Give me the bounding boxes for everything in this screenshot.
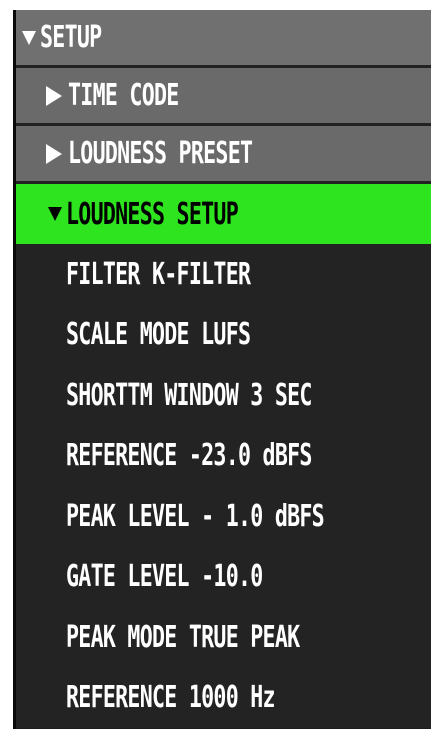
setting-label: REFERENCE -23.0 dBFS bbox=[66, 438, 312, 474]
setting-gate-level[interactable]: GATE LEVEL -10.0 bbox=[16, 546, 431, 607]
setting-shortterm-window[interactable]: SHORTTM WINDOW 3 SEC bbox=[16, 365, 431, 426]
triangle-right-icon bbox=[46, 85, 62, 106]
loudness-menu-panel: SETUP TIME CODE LOUDNESS PRESET LOUDNESS… bbox=[13, 10, 431, 729]
setting-label: FILTER K-FILTER bbox=[66, 256, 251, 292]
triangle-down-icon bbox=[48, 207, 62, 221]
setting-scale-mode[interactable]: SCALE MODE LUFS bbox=[16, 304, 431, 365]
setting-label: GATE LEVEL -10.0 bbox=[66, 559, 263, 595]
active-submenu-label: LOUDNESS SETUP bbox=[66, 196, 239, 232]
setting-label: SHORTTM WINDOW 3 SEC bbox=[66, 377, 312, 413]
triangle-right-icon bbox=[46, 143, 62, 164]
setting-reference-level[interactable]: REFERENCE -23.0 dBFS bbox=[16, 425, 431, 486]
triangle-down-icon bbox=[22, 30, 36, 45]
menu-header-label: SETUP bbox=[40, 20, 102, 55]
menu-header-setup[interactable]: SETUP bbox=[16, 10, 431, 68]
setting-label: PEAK MODE TRUE PEAK bbox=[66, 619, 300, 655]
setting-peak-mode[interactable]: PEAK MODE TRUE PEAK bbox=[16, 607, 431, 668]
setting-peak-level[interactable]: PEAK LEVEL - 1.0 dBFS bbox=[16, 486, 431, 547]
setting-label: SCALE MODE LUFS bbox=[66, 317, 251, 353]
submenu-time-code[interactable]: TIME CODE bbox=[16, 68, 431, 126]
setting-reference-frequency[interactable]: REFERENCE 1000 Hz bbox=[16, 667, 431, 728]
submenu-label: TIME CODE bbox=[68, 78, 179, 113]
setting-filter[interactable]: FILTER K-FILTER bbox=[16, 244, 431, 305]
submenu-loudness-setup-active[interactable]: LOUDNESS SETUP bbox=[16, 184, 431, 244]
submenu-loudness-preset[interactable]: LOUDNESS PRESET bbox=[16, 126, 431, 184]
setting-label: PEAK LEVEL - 1.0 dBFS bbox=[66, 498, 325, 534]
setting-label: REFERENCE 1000 Hz bbox=[66, 680, 276, 716]
submenu-label: LOUDNESS PRESET bbox=[68, 136, 253, 171]
